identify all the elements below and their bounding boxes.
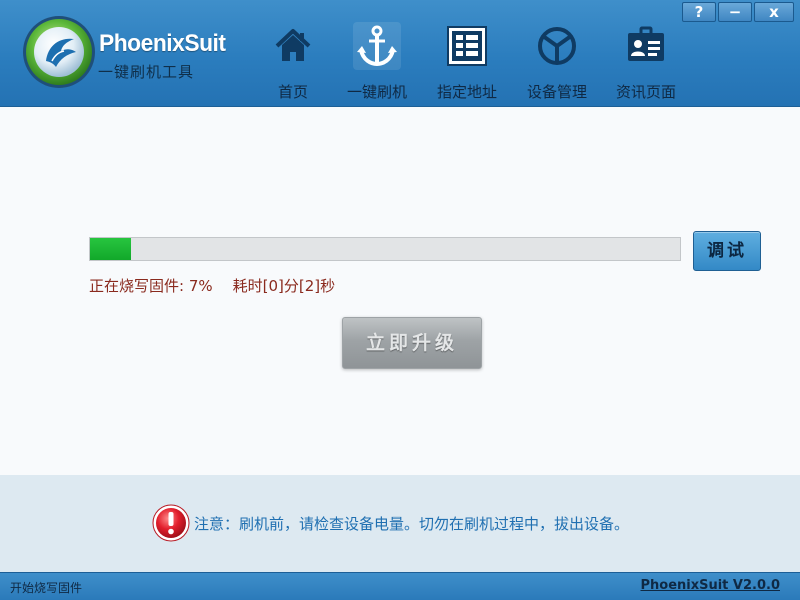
nav-item-home[interactable]: 首页 xyxy=(250,0,336,106)
notice-text: 注意：刷机前，请检查设备电量。切勿在刷机过程中，拔出设备。 xyxy=(194,515,630,533)
burn-progress-text: 正在烧写固件: 7% xyxy=(89,277,213,295)
version-link[interactable]: PhoenixSuit V2.0.0 xyxy=(640,578,780,593)
flash-panel: 调试 正在烧写固件: 7% 耗时[0]分[2]秒 立即升级 xyxy=(0,107,800,475)
nav-item-one-click-flash[interactable]: 一键刷机 xyxy=(334,0,420,106)
alert-exclamation-icon xyxy=(152,504,190,542)
help-button[interactable]: ? xyxy=(682,2,716,22)
info-card-icon xyxy=(622,22,670,70)
nav-item-device-management[interactable]: 设备管理 xyxy=(514,0,600,106)
anchor-icon xyxy=(353,22,401,70)
nav-label-home: 首页 xyxy=(277,83,308,101)
phoenix-logo-icon xyxy=(22,15,96,89)
nav-label-specify-address: 指定地址 xyxy=(436,83,497,101)
statusbar-message: 开始烧写固件 xyxy=(10,581,83,595)
upgrade-now-button[interactable]: 立即升级 xyxy=(342,317,482,369)
flash-progress-fill xyxy=(90,238,131,260)
house-icon xyxy=(269,22,317,70)
app-subtitle: 一键刷机工具 xyxy=(98,63,195,81)
debug-button[interactable]: 调试 xyxy=(693,231,761,271)
minimize-button[interactable]: − xyxy=(718,2,752,22)
nav-label-device-management: 设备管理 xyxy=(526,83,587,101)
flash-progress-bar xyxy=(89,237,681,261)
device-icon xyxy=(533,22,581,70)
header-bar: PhoenixSuit 一键刷机工具 首页 一键刷机 指定地址 设备管理 资讯页… xyxy=(0,0,800,107)
nav-item-specify-address[interactable]: 指定地址 xyxy=(424,0,510,106)
elapsed-time-text: 耗时[0]分[2]秒 xyxy=(232,277,336,295)
nav-label-information-page: 资讯页面 xyxy=(615,83,676,101)
phoenixsuit-window: PhoenixSuit 一键刷机工具 首页 一键刷机 指定地址 设备管理 资讯页… xyxy=(0,0,800,600)
app-title: PhoenixSuit xyxy=(99,30,226,57)
status-bar: 开始烧写固件 PhoenixSuit V2.0.0 xyxy=(0,572,800,600)
grid-icon xyxy=(443,22,491,70)
flash-status-line: 正在烧写固件: 7% 耗时[0]分[2]秒 xyxy=(89,275,335,296)
nav-item-information-page[interactable]: 资讯页面 xyxy=(603,0,689,106)
close-button[interactable]: x xyxy=(754,2,794,22)
nav-label-one-click-flash: 一键刷机 xyxy=(346,83,407,101)
notice-panel: 注意：刷机前，请检查设备电量。切勿在刷机过程中，拔出设备。 xyxy=(0,475,800,572)
